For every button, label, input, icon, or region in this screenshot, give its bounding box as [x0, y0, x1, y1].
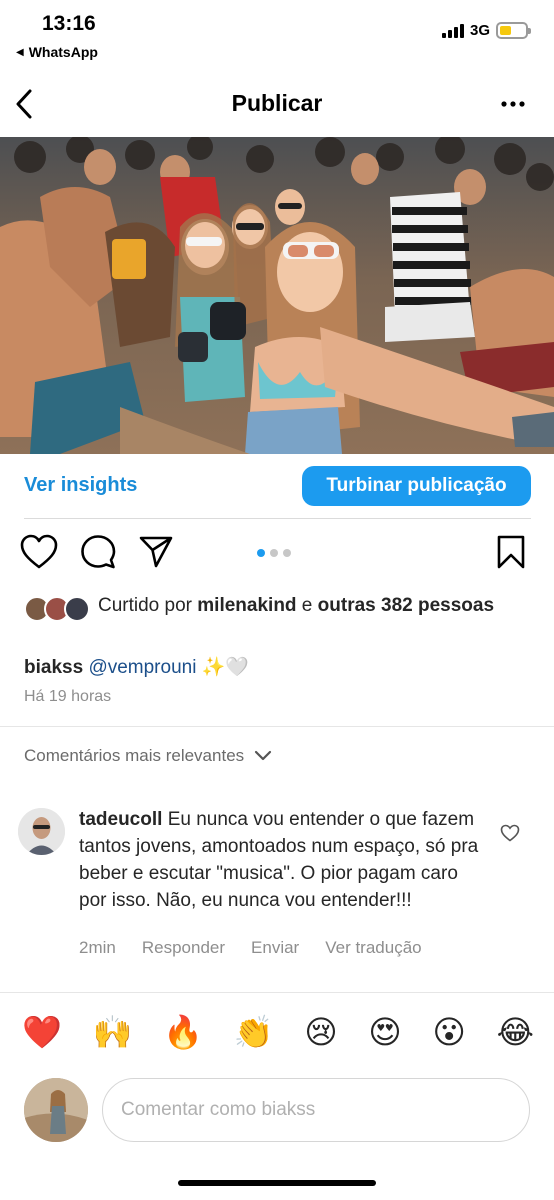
crowd-photo-illustration — [0, 137, 554, 454]
comments-filter-dropdown[interactable]: Comentários mais relevantes — [24, 746, 272, 766]
send-comment-button[interactable]: Enviar — [251, 938, 299, 958]
likes-connector: e — [296, 595, 318, 616]
my-avatar-image — [24, 1078, 88, 1142]
comment-time: 2min — [79, 938, 116, 957]
status-time: 13:16 — [42, 12, 96, 35]
reaction-crying[interactable]: 😢 — [304, 1012, 337, 1052]
caption-mention[interactable]: @vemprouni — [88, 657, 196, 678]
boost-post-button[interactable]: Turbinar publicação — [302, 466, 531, 506]
chevron-down-icon — [255, 750, 272, 761]
status-bar: 13:16 ◀ WhatsApp 3G — [0, 0, 554, 70]
page-title: Publicar — [231, 90, 323, 116]
commenter-avatar-image — [18, 808, 65, 855]
carousel-dot — [283, 549, 291, 557]
reaction-heart[interactable]: ❤️ — [22, 1012, 62, 1052]
view-insights-link[interactable]: Ver insights — [24, 474, 137, 497]
likes-summary[interactable]: Curtido por milenakind e outras 382 pess… — [24, 594, 524, 622]
post-timestamp: Há 19 horas — [24, 688, 112, 705]
carousel-dot-active — [257, 549, 265, 557]
my-avatar — [24, 1078, 88, 1142]
reaction-surprised[interactable]: 😮 — [433, 1012, 466, 1052]
likes-others-count[interactable]: outras 382 pessoas — [318, 595, 494, 616]
save-bookmark-icon[interactable] — [496, 534, 526, 570]
reply-button[interactable]: Responder — [142, 938, 225, 958]
network-type: 3G — [469, 22, 490, 39]
home-indicator[interactable] — [178, 1180, 376, 1186]
divider — [0, 726, 554, 727]
caption-username[interactable]: biakss — [24, 657, 83, 678]
more-options-icon[interactable] — [500, 92, 526, 116]
back-app-label: WhatsApp — [28, 44, 98, 60]
reaction-clap[interactable]: 👏 — [234, 1012, 274, 1052]
reaction-laughing[interactable]: 😂 — [497, 1012, 534, 1052]
comments-filter-label: Comentários mais relevantes — [24, 746, 245, 765]
divider — [24, 518, 531, 519]
carousel-indicator — [257, 549, 291, 557]
post-action-bar — [0, 534, 554, 574]
reaction-heart-eyes[interactable]: 😍 — [368, 1012, 401, 1052]
back-to-app-link[interactable]: ◀ WhatsApp — [16, 44, 98, 60]
like-heart-icon[interactable] — [20, 534, 58, 570]
caption-emojis: ✨🤍 — [201, 657, 250, 678]
comment-like-heart-icon[interactable] — [500, 824, 520, 842]
liker-avatars — [24, 596, 90, 622]
post-photo[interactable] — [0, 137, 554, 454]
comment-username[interactable]: tadeucoll — [79, 809, 162, 830]
comment-bubble-icon[interactable] — [80, 534, 116, 570]
comment-composer — [24, 1076, 530, 1142]
signal-icon — [441, 23, 464, 38]
liker-username[interactable]: milenakind — [197, 595, 296, 616]
likes-prefix: Curtido por — [98, 595, 198, 616]
liker-avatar — [64, 596, 90, 622]
reaction-raised-hands[interactable]: 🙌 — [93, 1012, 133, 1052]
battery-icon — [496, 22, 531, 39]
commenter-avatar[interactable] — [18, 808, 65, 855]
post-caption: biakss @vemprouni ✨🤍 — [24, 655, 249, 679]
top-navigation: Publicar — [0, 80, 554, 128]
carousel-dot — [270, 549, 278, 557]
divider — [0, 992, 554, 993]
likes-text: Curtido por milenakind e outras 382 pess… — [98, 594, 524, 618]
share-send-icon[interactable] — [138, 534, 174, 570]
quick-reactions-bar: ❤️ 🙌 🔥 👏 😢 😍 😮 😂 — [22, 1012, 534, 1052]
comment-input[interactable] — [102, 1078, 530, 1142]
comment-meta: 2min Responder Enviar Ver tradução — [79, 938, 422, 958]
back-triangle-icon: ◀ — [16, 46, 24, 58]
comment-text: tadeucoll Eu nunca vou entender o que fa… — [79, 806, 489, 914]
reaction-fire[interactable]: 🔥 — [163, 1012, 203, 1052]
see-translation-button[interactable]: Ver tradução — [325, 938, 421, 958]
